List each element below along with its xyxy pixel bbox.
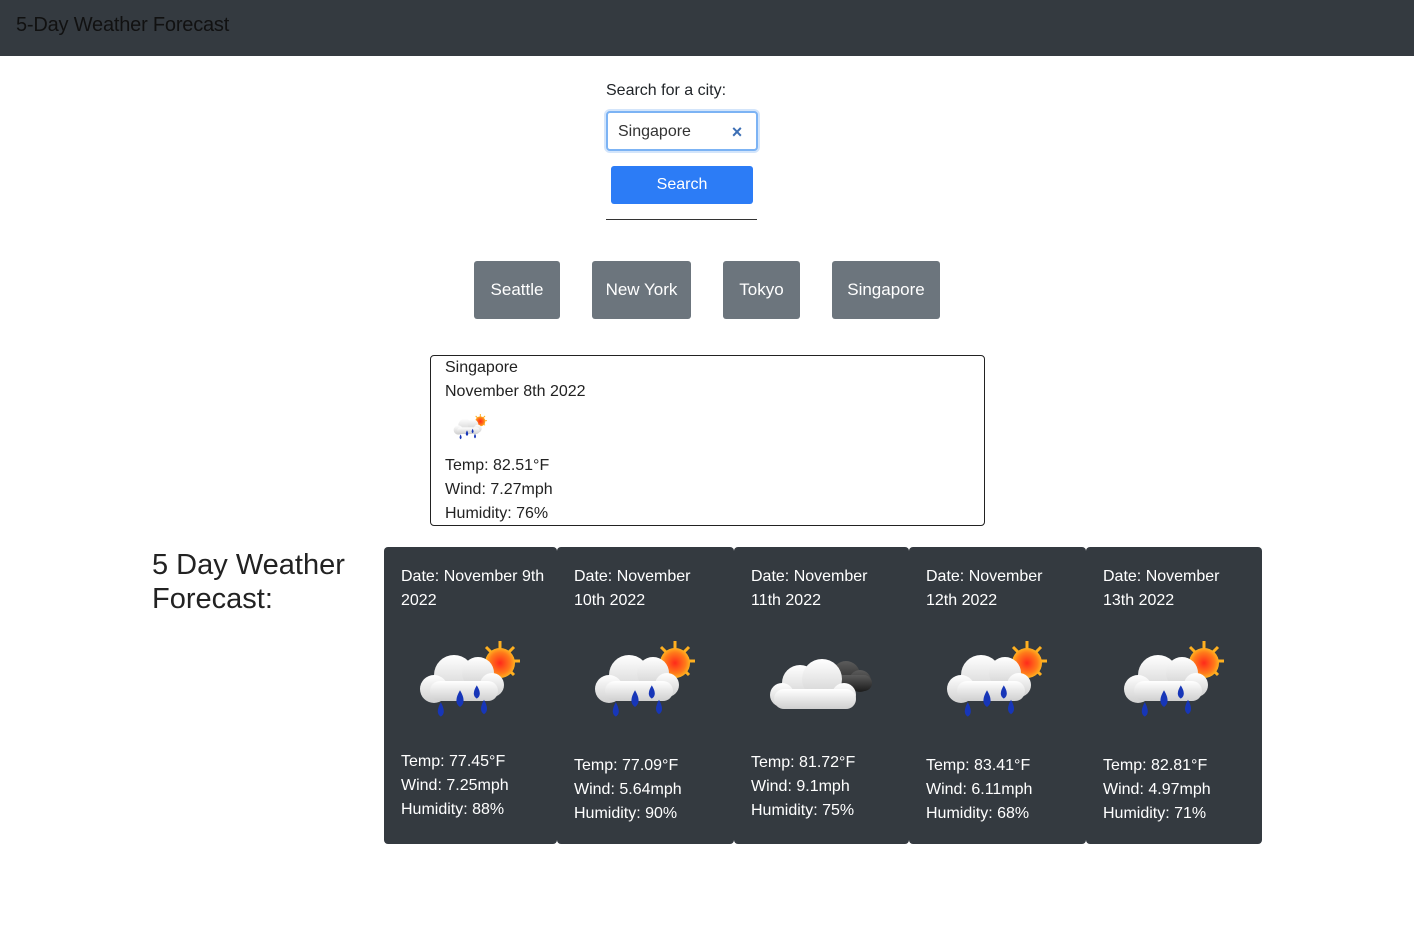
forecast-date: Date: November 13th 2022 (1103, 568, 1220, 609)
history-button-singapore[interactable]: Singapore (832, 261, 940, 319)
app-title: 5-Day Weather Forecast (16, 14, 230, 36)
forecast-card: Date: November 13th 2022 Temp: 82.81°F W… (1086, 547, 1262, 844)
clear-icon[interactable]: × (728, 121, 746, 143)
rain-sun-icon (587, 635, 707, 731)
forecast-temp: Temp: 82.81°F (1103, 757, 1208, 774)
current-city: Singapore (445, 359, 518, 376)
forecast-date: Date: November 12th 2022 (926, 568, 1043, 609)
forecast-humidity: Humidity: 68% (926, 805, 1030, 822)
divider (606, 219, 757, 220)
forecast-temp: Temp: 81.72°F (751, 754, 856, 771)
forecast-humidity: Humidity: 71% (1103, 805, 1207, 822)
forecast-date: Date: November 11th 2022 (751, 568, 868, 609)
forecast-temp: Temp: 83.41°F (926, 757, 1031, 774)
forecast-humidity: Humidity: 88% (401, 801, 505, 818)
forecast-wind: Wind: 4.97mph (1103, 781, 1211, 798)
rain-sun-icon (451, 412, 491, 444)
forecast-temp: Temp: 77.09°F (574, 757, 679, 774)
forecast-humidity: Humidity: 90% (574, 805, 678, 822)
search-box[interactable]: × (606, 111, 758, 151)
current-wind: Wind: 7.27mph (445, 481, 553, 498)
rain-sun-icon (412, 635, 532, 731)
rain-sun-icon (1116, 635, 1236, 731)
forecast-wind: Wind: 6.11mph (926, 781, 1033, 798)
history-button-tokyo[interactable]: Tokyo (723, 261, 800, 319)
forecast-humidity: Humidity: 75% (751, 802, 855, 819)
forecast-temp: Temp: 77.45°F (401, 753, 506, 770)
forecast-card: Date: November 10th 2022 Temp: 77.09°F W… (557, 547, 734, 844)
forecast-wind: Wind: 7.25mph (401, 777, 509, 794)
current-date: November 8th 2022 (445, 383, 586, 400)
history-button-seattle[interactable]: Seattle (474, 261, 560, 319)
forecast-card: Date: November 12th 2022 Temp: 83.41°F W… (909, 547, 1086, 844)
forecast-wind: Wind: 5.64mph (574, 781, 682, 798)
forecast-card: Date: November 11th 2022 Temp: 81.72°F W… (734, 547, 909, 844)
current-temp: Temp: 82.51°F (445, 457, 550, 474)
history-button-new-york[interactable]: New York (592, 261, 691, 319)
navbar: 5-Day Weather Forecast (0, 0, 1414, 56)
forecast-heading: 5 Day Weather Forecast: (152, 549, 345, 615)
search-input[interactable] (618, 121, 726, 143)
search-label: Search for a city: (606, 82, 727, 99)
search-button[interactable]: Search (611, 166, 753, 204)
forecast-wind: Wind: 9.1mph (751, 778, 850, 795)
forecast-card: Date: November 9th 2022 Temp: 77.45°F Wi… (384, 547, 557, 844)
forecast-date: Date: November 9th 2022 (401, 568, 545, 609)
forecast-date: Date: November 10th 2022 (574, 568, 691, 609)
current-weather-card: Singapore November 8th 2022 Temp: 82.51°… (430, 355, 985, 526)
cloud-moon-icon (762, 635, 882, 731)
current-humidity: Humidity: 76% (445, 505, 549, 522)
rain-sun-icon (939, 635, 1059, 731)
